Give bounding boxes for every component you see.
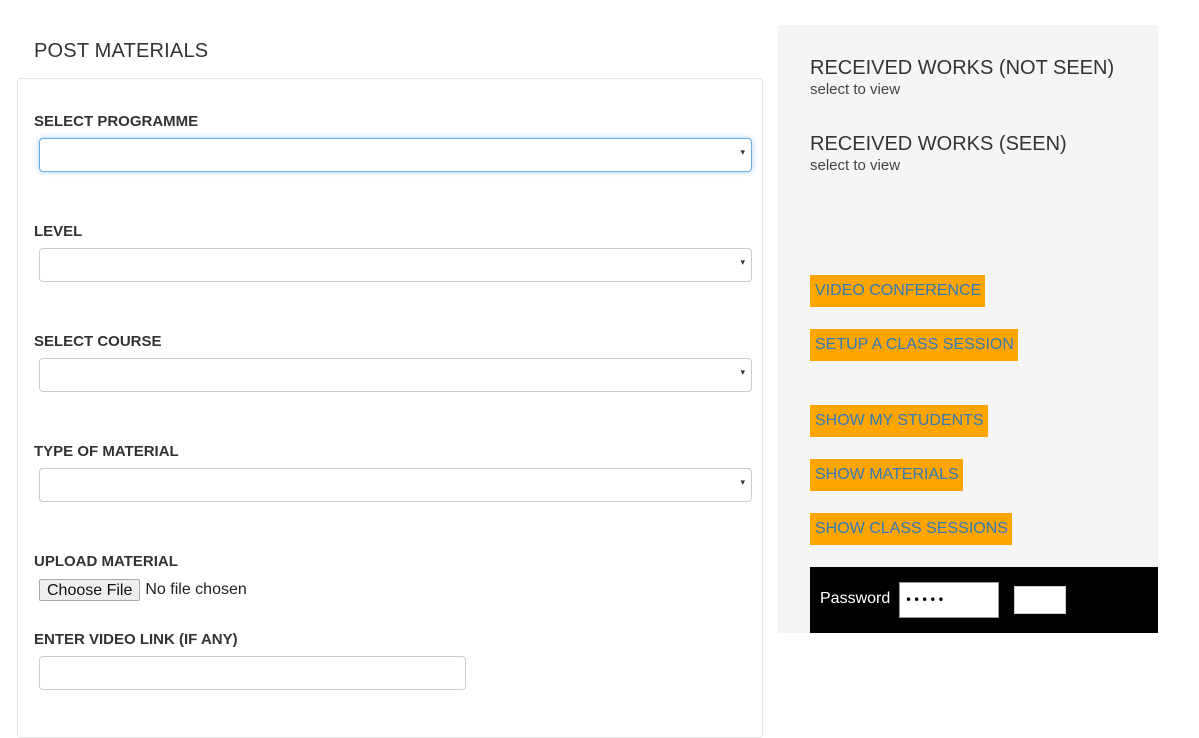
save-button[interactable]: Save [1014, 586, 1066, 614]
video-conference-button[interactable]: VIDEO CONFERENCE [810, 275, 986, 307]
received-not-seen-hint: select to view [810, 81, 901, 98]
programme-select[interactable]: ▾ [39, 138, 752, 172]
show-materials-button[interactable]: SHOW MATERIALS [810, 459, 963, 491]
received-not-seen-link[interactable]: RECEIVED WORKS (NOT SEEN) [810, 57, 1114, 80]
material-type-label: TYPE OF MATERIAL [34, 443, 179, 460]
video-link-input[interactable] [39, 656, 466, 690]
course-label: SELECT COURSE [34, 333, 162, 350]
level-label: LEVEL [34, 223, 83, 240]
received-seen-link[interactable]: RECEIVED WORKS (SEEN) [810, 133, 1067, 156]
video-link-label: ENTER VIDEO LINK (IF ANY) [34, 631, 238, 648]
course-select[interactable]: ▾ [39, 358, 752, 392]
file-upload-row: Choose File No file chosen [39, 578, 247, 602]
material-type-select[interactable]: ▾ [39, 468, 752, 502]
password-input[interactable]: ••••• [899, 582, 999, 618]
setup-class-session-button[interactable]: SETUP A CLASS SESSION [810, 329, 1018, 361]
password-label: Password [820, 590, 891, 607]
chevron-down-icon: ▾ [740, 368, 745, 378]
show-my-students-button[interactable]: SHOW MY STUDENTS [810, 405, 988, 437]
received-seen-hint: select to view [810, 157, 901, 174]
upload-label: UPLOAD MATERIAL [34, 553, 178, 570]
chevron-down-icon: ▾ [740, 148, 745, 158]
programme-label: SELECT PROGRAMME [34, 113, 199, 130]
post-materials-title: POST MATERIALS [34, 40, 209, 62]
file-status-text: No file chosen [145, 581, 247, 598]
chevron-down-icon: ▾ [740, 478, 745, 488]
show-class-sessions-button[interactable]: SHOW CLASS SESSIONS [810, 513, 1012, 545]
choose-file-button[interactable]: Choose File [39, 579, 141, 601]
chevron-down-icon: ▾ [740, 258, 745, 268]
level-select[interactable]: ▾ [39, 248, 752, 282]
